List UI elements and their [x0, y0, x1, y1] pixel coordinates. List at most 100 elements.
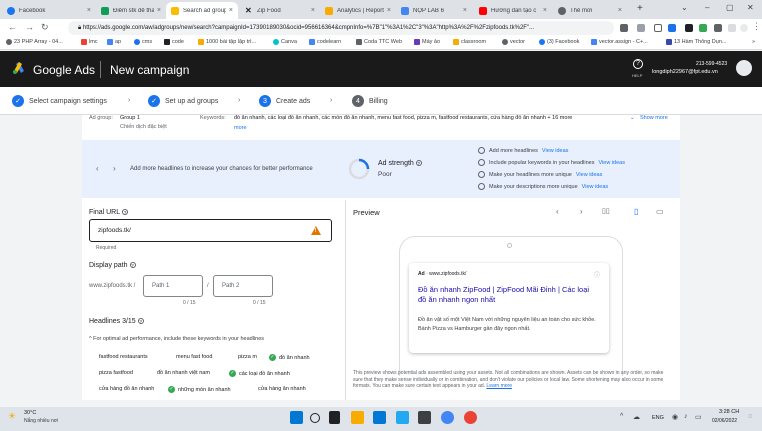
menu-icon[interactable]: ⋮	[752, 21, 761, 32]
chevron-right-icon[interactable]: ›	[113, 164, 116, 173]
clock-time[interactable]: 3:28 CH	[719, 409, 739, 415]
close-icon[interactable]: ×	[157, 7, 161, 14]
keyword-chip-used[interactable]: ✓ đồ ăn nhanh	[269, 354, 310, 361]
bookmark-item[interactable]: cms	[134, 39, 152, 45]
view-ideas-link[interactable]: View ideas	[598, 160, 625, 166]
close-icon[interactable]: ×	[618, 7, 622, 14]
bookmark-item[interactable]: 13 Hàm Thông Dụn...	[666, 39, 726, 45]
bookmark-item[interactable]: classroom	[453, 39, 486, 45]
vscode-icon[interactable]	[396, 411, 409, 424]
keyword-chip[interactable]: pizza m	[238, 354, 257, 360]
chevron-up-icon[interactable]: ^	[620, 413, 623, 420]
step-create-ads[interactable]: 3 Create ads	[259, 95, 310, 107]
bookmark-item[interactable]: Máy ảo	[414, 39, 440, 45]
cloud-icon[interactable]: ☁	[633, 413, 640, 421]
tab-search-icon[interactable]: ⌄	[681, 3, 688, 12]
star-icon[interactable]	[654, 24, 662, 32]
carousel-view-icon[interactable]: ▯▯	[602, 207, 610, 215]
help-icon[interactable]: ?	[122, 209, 129, 216]
keyword-chip[interactable]: đồ ăn nhanh việt nam	[157, 370, 210, 376]
task-view-icon[interactable]	[329, 411, 340, 424]
bookmark-item[interactable]: 1000 bài tập lập trì...	[198, 39, 256, 45]
bookmark-item[interactable]: lmc	[81, 39, 98, 45]
search-icon[interactable]	[310, 413, 320, 423]
clock-date[interactable]: 02/06/2022	[712, 418, 737, 424]
bookmark-item[interactable]: 23 PHP Array - 04...	[6, 39, 63, 45]
chevron-down-icon[interactable]: ⌄	[630, 115, 635, 121]
help-icon[interactable]: ?	[415, 160, 422, 167]
weather-icon[interactable]: ☀	[8, 411, 16, 422]
view-ideas-link[interactable]: View ideas	[576, 172, 603, 178]
step-select-campaign-settings[interactable]: ✓ Select campaign settings	[12, 95, 107, 107]
keyword-chip[interactable]: pizza fastfood	[99, 370, 133, 376]
info-icon[interactable]: ⓘ	[594, 270, 600, 279]
wifi-icon[interactable]: ◉	[672, 413, 678, 421]
sidebar-icon[interactable]	[728, 24, 736, 32]
file-explorer-icon[interactable]	[351, 411, 364, 424]
maximize-button[interactable]: ▢	[726, 3, 734, 12]
reload-button[interactable]: ↻	[41, 22, 49, 33]
chevron-right-icon[interactable]: ›	[580, 207, 583, 216]
volume-icon[interactable]: ♪	[684, 413, 688, 420]
chevron-left-icon[interactable]: ‹	[556, 207, 559, 216]
show-more-link[interactable]: Show more	[640, 115, 668, 121]
extension-icon[interactable]	[699, 24, 707, 32]
extension-icon[interactable]	[685, 24, 693, 32]
keyword-chip[interactable]: fastfood restaurants	[99, 354, 148, 360]
step-set-up-ad-groups[interactable]: ✓ Set up ad groups	[148, 95, 218, 107]
browser-tab[interactable]: Analytics | Report ×	[320, 2, 396, 19]
chevron-left-icon[interactable]: ‹	[96, 164, 99, 173]
bookmark-item[interactable]: code	[164, 39, 184, 45]
language-indicator[interactable]: ENG	[652, 415, 664, 421]
close-icon[interactable]: ×	[543, 7, 547, 14]
bookmark-item[interactable]: Coda TTC Web	[356, 39, 402, 45]
close-icon[interactable]: ×	[387, 7, 391, 14]
extension-icon[interactable]	[668, 24, 676, 32]
browser-tab-active[interactable]: Search ad group: ×	[166, 2, 238, 19]
url-field[interactable]: 🔒︎ https://ads.google.com/aw/adgroups/ne…	[68, 21, 614, 35]
bookmark-item[interactable]: (3) Facebook	[539, 39, 579, 45]
chrome-icon[interactable]	[441, 411, 454, 424]
bookmark-item[interactable]: ap	[107, 39, 121, 45]
close-window-button[interactable]: ✕	[747, 3, 754, 12]
browser-tab[interactable]: Facebook ×	[2, 2, 96, 19]
step-billing[interactable]: 4 Billing	[352, 95, 388, 107]
show-more-link[interactable]: more	[234, 125, 247, 131]
browser-tab[interactable]: Hướng dẫn tạo c ×	[474, 2, 552, 19]
translate-icon[interactable]	[637, 24, 645, 32]
app-icon[interactable]	[418, 411, 431, 424]
new-tab-button[interactable]: +	[637, 3, 643, 14]
desktop-device-icon[interactable]: ▭	[656, 207, 664, 216]
avatar[interactable]	[736, 60, 752, 76]
view-ideas-link[interactable]: View ideas	[542, 148, 569, 154]
notification-icon[interactable]: ◌	[748, 413, 752, 420]
keyword-chip[interactable]: menu fast food	[176, 354, 212, 360]
final-url-input[interactable]: zipfoods.tk/	[89, 219, 332, 242]
start-icon[interactable]	[290, 411, 303, 424]
minimize-button[interactable]: –	[705, 3, 709, 12]
close-icon[interactable]: ×	[463, 7, 467, 14]
path2-input[interactable]: Path 2	[213, 275, 273, 297]
forward-button[interactable]: →	[25, 22, 34, 32]
close-icon[interactable]: ×	[87, 7, 91, 14]
share-icon[interactable]	[620, 24, 628, 32]
keyword-chip[interactable]: cửa hàng đồ ăn nhanh	[99, 386, 154, 392]
battery-icon[interactable]: ▭	[695, 413, 702, 421]
bookmarks-overflow[interactable]: »	[752, 39, 755, 45]
bookmark-item[interactable]: vector	[502, 39, 525, 45]
browser-tab[interactable]: NỘP LAB 6 ×	[396, 2, 472, 19]
back-button[interactable]: ←	[8, 22, 17, 32]
keyword-chip-used[interactable]: ✓ các loại đồ ăn nhanh	[229, 370, 290, 377]
help-icon[interactable]: ?	[633, 59, 643, 69]
close-icon[interactable]: ×	[229, 7, 233, 14]
puzzle-icon[interactable]	[714, 24, 722, 32]
keyword-chip-used[interactable]: ✓ những món ăn nhanh	[168, 386, 231, 393]
app-icon[interactable]	[464, 411, 477, 424]
help-icon[interactable]: ?	[129, 262, 136, 269]
mobile-device-icon[interactable]: ▯	[634, 207, 638, 216]
bookmark-item[interactable]: codelearn	[309, 39, 341, 45]
profile-icon[interactable]	[740, 24, 748, 32]
path1-input[interactable]: Path 1	[143, 275, 203, 297]
learn-more-link[interactable]: Learn more	[486, 383, 512, 389]
bookmark-item[interactable]: vector.assign - C+...	[591, 39, 648, 45]
